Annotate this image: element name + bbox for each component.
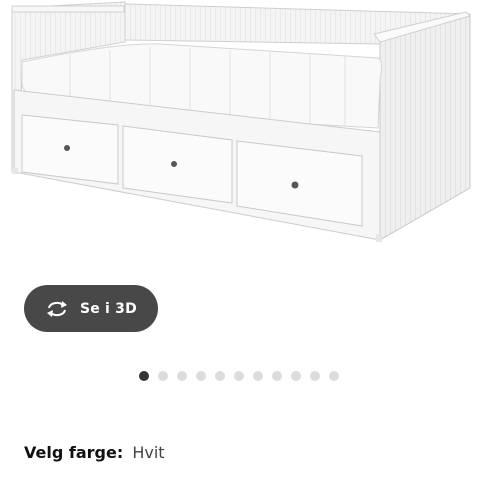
carousel-dot[interactable]: [196, 371, 206, 381]
carousel-dot[interactable]: [291, 371, 301, 381]
carousel-dot[interactable]: [310, 371, 320, 381]
product-image: [11, 1, 471, 242]
color-label: Velg farge:: [24, 443, 124, 462]
color-value: Hvit: [132, 443, 165, 462]
carousel-dot[interactable]: [253, 371, 263, 381]
carousel-dot[interactable]: [215, 371, 225, 381]
carousel-dot[interactable]: [234, 371, 244, 381]
carousel-dot[interactable]: [272, 371, 282, 381]
view-3d-label: Se i 3D: [80, 300, 137, 317]
rotate-arrows-icon: [44, 299, 70, 319]
carousel-dot[interactable]: [177, 371, 187, 381]
carousel-dot[interactable]: [139, 371, 149, 381]
carousel-pagination: [139, 370, 348, 382]
color-selection: Velg farge: Hvit: [24, 443, 165, 462]
view-3d-button[interactable]: Se i 3D: [24, 285, 158, 332]
carousel-dot[interactable]: [329, 371, 339, 381]
carousel-dot[interactable]: [158, 371, 168, 381]
